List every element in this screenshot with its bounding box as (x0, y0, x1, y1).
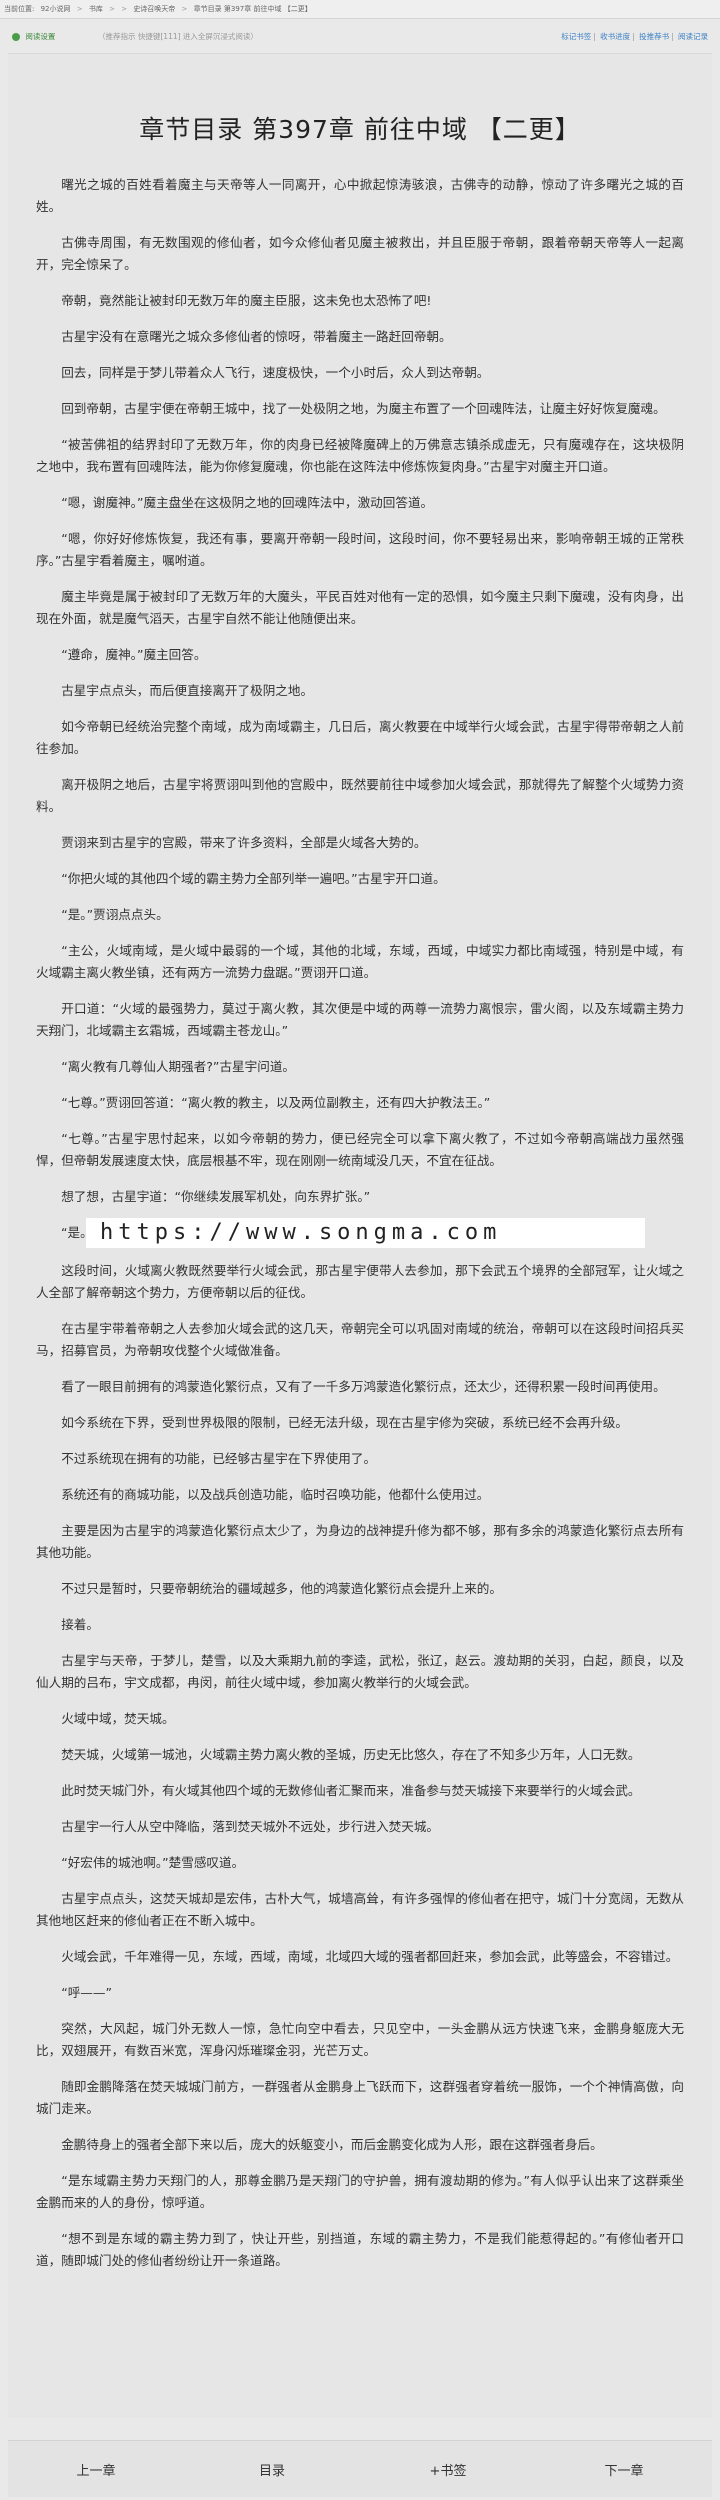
paragraph: “想不到是东域的霸主势力到了，快让开些，别挡道，东域的霸主势力，不是我们能惹得起… (36, 2231, 684, 2268)
paragraph: 火域中域，焚天城。 (61, 1711, 175, 1726)
paragraph: 开口道：“火域的最强势力，莫过于离火教，其次便是中域的两尊一流势力离恨宗，雷火阁… (36, 1001, 684, 1038)
paragraph: 贾诩来到古星宇的宫殿，带来了许多资料，全部是火域各大势的。 (61, 835, 427, 850)
paragraph: “七尊。”贾诩回答道：“离火教的教主，以及两位副教主，还有四大护教法王。” (61, 1095, 491, 1110)
reader-toolbar: 阅读设置 （推荐指示 快捷键[111] 进入全屏沉浸式阅读） 标记书签 | 收书进… (8, 25, 712, 49)
paragraph: “是。”贾诩点点头。 (61, 907, 169, 922)
paragraph: “你把火域的其他四个域的霸主势力全部列举一遍吧。”古星宇开口道。 (61, 871, 446, 886)
paragraph: “呼——” (61, 1985, 113, 2000)
reading-settings-label: 阅读设置 (25, 32, 56, 41)
paragraph: “嗯，谢魔神。”魔主盘坐在这极阴之地的回魂阵法中，激动回答道。 (61, 495, 434, 510)
paragraph: 回去，同样是于梦儿带着众人飞行，速度极快，一个小时后，众人到达帝朝。 (61, 365, 490, 380)
paragraph: 魔主毕竟是属于被封印了无数万年的大魔头，平民百姓对他有一定的恐惧，如今魔主只剩下… (36, 589, 684, 626)
paragraph: “被苦佛祖的结界封印了无数万年，你的肉身已经被降魔碑上的万佛意志镇杀成虚无，只有… (36, 437, 684, 474)
paragraph: 如今帝朝已经统治完整个南域，成为南域霸主，几日后，离火教要在中域举行火域会武，古… (36, 719, 684, 756)
paragraph: 主要是因为古星宇的鸿蒙造化繁衍点太少了，为身边的战神提升修为都不够，那有多余的鸿… (36, 1523, 684, 1560)
paragraph: “嗯，你好好修炼恢复，我还有事，要离开帝朝一段时间，这段时间，你不要轻易出来，影… (36, 531, 684, 568)
toc-button[interactable]: 目录 (184, 2460, 360, 2479)
paragraph: 古佛寺周围，有无数围观的修仙者，如今众修仙者见魔主被救出，并且臣服于帝朝，跟着帝… (36, 235, 684, 272)
paragraph: “离火教有几尊仙人期强者?”古星宇问道。 (61, 1059, 296, 1074)
paragraph: 回到帝朝，古星宇便在帝朝王城中，找了一处极阴之地，为魔主布置了一个回魂阵法，让魔… (61, 401, 666, 416)
shortcut-notice: （推荐指示 快捷键[111] 进入全屏沉浸式阅读） (98, 32, 258, 41)
paragraph: 火域会武，千年难得一见，东域，西域，南域，北域四大域的强者都回赶来，参加会武，此… (61, 1949, 679, 1964)
add-bookmark-button[interactable]: +书签 (360, 2460, 536, 2479)
paragraph: “是东域霸主势力天翔门的人，那尊金鹏乃是天翔门的守护兽，拥有渡劫期的修为。”有人… (36, 2173, 684, 2210)
chapter-title: 章节目录 第397章 前往中域 【二更】 (139, 115, 581, 144)
bookmark-link[interactable]: 标记书签 (561, 32, 591, 41)
recommend-link[interactable]: 投推荐书 (639, 32, 669, 41)
breadcrumb: 当前位置: 92小说网 > 书库 > > 史诗召唤天帝 > 章节目录 第397章… (0, 0, 720, 19)
paragraph: 如今系统在下界，受到世界极限的限制，已经无法升级，现在古星宇修为突破，系统已经不… (61, 1415, 628, 1430)
paragraph: 古星宇与天帝，于梦儿，楚雪，以及大乘期九前的李逵，武松，张辽，赵云。渡劫期的关羽… (36, 1653, 684, 1690)
paragraph: 金鹏待身上的强者全部下来以后，庞大的妖躯变小，而后金鹏变化成为人形，跟在这群强者… (61, 2137, 603, 2152)
paragraph: “七尊。”古星宇思忖起来，以如今帝朝的势力，便已经完全可以拿下离火教了，不过如今… (36, 1131, 684, 1168)
paragraph: 古星宇没有在意曙光之城众多修仙者的惊呀，带着魔主一路赶回帝朝。 (61, 329, 452, 344)
paragraph: 焚天城，火域第一城池，火域霸主势力离火教的圣城，历史无比悠久，存在了不知多少万年… (61, 1747, 641, 1762)
paragraph: 接着。 (61, 1617, 99, 1632)
paragraph: 此时焚天城门外，有火域其他四个域的无数修仙者汇聚而来，准备参与焚天城接下来要举行… (61, 1783, 641, 1798)
paragraph: 古星宇点点头，而后便直接离开了极阴之地。 (61, 683, 314, 698)
breadcrumb-chapter: 章节目录 第397章 前往中域 【二更】 (193, 5, 312, 13)
next-chapter-button[interactable]: 下一章 (536, 2460, 712, 2479)
watermark-row: “是。” https://www.songma.com (36, 1218, 684, 1248)
prev-chapter-button[interactable]: 上一章 (8, 2460, 184, 2479)
paragraph: 离开极阴之地后，古星宇将贾诩叫到他的宫殿中，既然要前往中域参加火域会武，那就得先… (36, 777, 684, 814)
breadcrumb-library-link[interactable]: 书库 (89, 5, 103, 13)
paragraph: 帝朝，竟然能让被封印无数万年的魔主臣服，这未免也太恐怖了吧! (61, 293, 432, 308)
reading-settings-button[interactable]: 阅读设置 (12, 25, 55, 49)
paragraph: 随即金鹏降落在焚天城城门前方，一群强者从金鹏身上飞跃而下，这群强者穿着统一服饰，… (36, 2079, 684, 2116)
chapter-body-part-1: 曙光之城的百姓看着魔主与天帝等人一同离开，心中掀起惊涛骇浪，古佛寺的动静，惊动了… (36, 174, 684, 1208)
breadcrumb-separator: > (181, 5, 188, 13)
reading-history-link[interactable]: 阅读记录 (678, 32, 708, 41)
paragraph: 在古星宇带着帝朝之人去参加火域会武的这几天，帝朝完全可以巩固对南域的统治，帝朝可… (36, 1321, 684, 1358)
chapter-content: 章节目录 第397章 前往中域 【二更】 曙光之城的百姓看着魔主与天帝等人一同离… (8, 53, 712, 2418)
watermark-url: https://www.songma.com (86, 1218, 645, 1248)
paragraph: 想了想，古星宇道：“你继续发展军机处，向东界扩张。” (61, 1189, 371, 1204)
paragraph: 不过只是暂时，只要帝朝统治的疆域越多，他的鸿蒙造化繁衍点会提升上来的。 (61, 1581, 502, 1596)
breadcrumb-site-link[interactable]: 92小说网 (41, 5, 71, 13)
toolbar-links: 标记书签 | 收书进度 | 投推荐书 | 阅读记录 (561, 32, 708, 41)
gear-icon (12, 33, 20, 41)
breadcrumb-separator: > (121, 5, 128, 13)
bottom-navigation: 上一章 目录 +书签 下一章 (8, 2440, 712, 2497)
paragraph: “主公，火域南域，是火域中最弱的一个域，其他的北域，东域，西域，中域实力都比南域… (36, 943, 684, 980)
reading-progress-link[interactable]: 收书进度 (600, 32, 630, 41)
paragraph: “遵命，魔神。”魔主回答。 (61, 647, 207, 662)
breadcrumb-separator: > (109, 5, 115, 13)
paragraph: 系统还有的商城功能，以及战兵创造功能，临时召唤功能，他都什么使用过。 (61, 1487, 490, 1502)
paragraph: 古星宇一行人从空中降临，落到焚天城外不远处，步行进入焚天城。 (61, 1819, 439, 1834)
paragraph: 曙光之城的百姓看着魔主与天帝等人一同离开，心中掀起惊涛骇浪，古佛寺的动静，惊动了… (36, 177, 684, 214)
breadcrumb-separator: > (76, 5, 83, 13)
chapter-body-part-2: 这段时间，火域离火教既然要举行火域会武，那古星宇便带人去参加，那下会武五个境界的… (36, 1260, 684, 2272)
breadcrumb-book-link[interactable]: 史诗召唤天帝 (133, 5, 175, 13)
breadcrumb-prefix: 当前位置: (4, 5, 35, 13)
paragraph: 这段时间，火域离火教既然要举行火域会武，那古星宇便带人去参加，那下会武五个境界的… (36, 1263, 684, 1300)
paragraph: 不过系统现在拥有的功能，已经够古星宇在下界使用了。 (61, 1451, 377, 1466)
paragraph: “好宏伟的城池啊。”楚雪感叹道。 (61, 1855, 245, 1870)
paragraph: 看了一眼目前拥有的鸿蒙造化繁衍点，又有了一千多万鸿蒙造化繁衍点，还太少，还得积累… (61, 1379, 666, 1394)
paragraph: 突然，大风起，城门外无数人一惊，急忙向空中看去，只见空中，一头金鹏从远方快速飞来… (36, 2021, 684, 2058)
paragraph: 古星宇点点头，这焚天城却是宏伟，古朴大气，城墙高耸，有许多强悍的修仙者在把守，城… (36, 1891, 684, 1928)
